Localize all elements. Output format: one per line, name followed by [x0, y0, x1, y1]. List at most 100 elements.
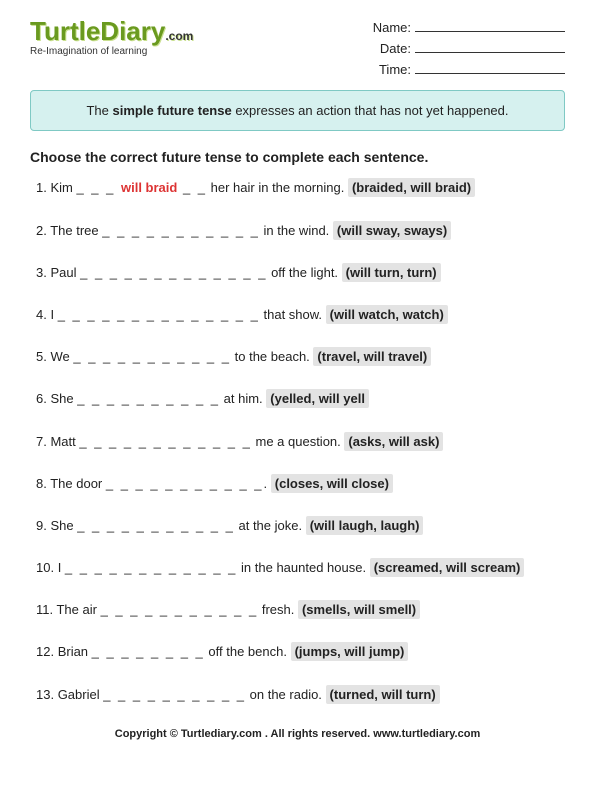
footer-copyright: Copyright © Turtlediary.com . All rights…: [30, 728, 565, 740]
question-pre: We: [50, 349, 73, 364]
logo-tagline: Re-Imagination of learning: [30, 46, 193, 57]
question-choices: (will turn, turn): [342, 263, 441, 282]
question-choices: (braided, will braid): [348, 178, 475, 197]
question-13: 13. Gabriel _ _ _ _ _ _ _ _ _ _ on the r…: [36, 686, 565, 704]
question-num: 3.: [36, 265, 50, 280]
time-label: Time:: [379, 62, 411, 77]
question-blank[interactable]: _ _ _ _ _ _ _ _ _ _ _: [73, 349, 231, 364]
question-blank[interactable]: _ _ _ _ _ _ _ _ _ _ _: [106, 476, 264, 491]
question-pre: Matt: [50, 434, 79, 449]
question-1: 1. Kim _ _ _ will braid _ _ her hair in …: [36, 179, 565, 197]
explanation-box: The simple future tense expresses an act…: [30, 90, 565, 131]
question-11: 11. The air _ _ _ _ _ _ _ _ _ _ _ fresh.…: [36, 601, 565, 619]
question-blank[interactable]: _ _ _ _ _ _ _ _ _ _: [77, 391, 220, 406]
questions-list: 1. Kim _ _ _ will braid _ _ her hair in …: [30, 179, 565, 703]
question-num: 1.: [36, 180, 50, 195]
question-pre: I: [58, 560, 65, 575]
question-post: me a question.: [252, 434, 345, 449]
logo-main-text: TurtleDiary: [30, 16, 165, 46]
question-10: 10. I _ _ _ _ _ _ _ _ _ _ _ _ in the hau…: [36, 559, 565, 577]
question-choices: (will sway, sways): [333, 221, 451, 240]
question-choices: (will laugh, laugh): [306, 516, 424, 535]
instructions: Choose the correct future tense to compl…: [30, 149, 565, 165]
question-num: 8.: [36, 476, 50, 491]
question-post: in the haunted house.: [237, 560, 369, 575]
question-pre: She: [50, 518, 77, 533]
question-num: 7.: [36, 434, 50, 449]
question-pre: Gabriel: [58, 687, 104, 702]
logo: TurtleDiary.com Re-Imagination of learni…: [30, 18, 193, 57]
question-blank[interactable]: _ _ _ _ _ _ _ _ _ _ _ _: [79, 434, 252, 449]
logo-dotcom: .com: [165, 29, 193, 43]
question-choices: (smells, will smell): [298, 600, 420, 619]
question-num: 9.: [36, 518, 50, 533]
question-choices: (screamed, will scream): [370, 558, 525, 577]
question-post: to the beach.: [231, 349, 313, 364]
question-num: 6.: [36, 391, 50, 406]
time-line: Time:: [373, 60, 565, 81]
question-blank[interactable]: _ _ _ _ _ _ _ _ _ _ _ _ _ _: [58, 307, 260, 322]
question-choices: (travel, will travel): [313, 347, 431, 366]
explain-post: expresses an action that has not yet hap…: [232, 103, 509, 118]
question-post: at him.: [220, 391, 266, 406]
student-info: Name: Date: Time:: [373, 18, 565, 80]
question-pre: Kim: [50, 180, 76, 195]
date-input-line[interactable]: [415, 41, 565, 53]
question-post: at the joke.: [235, 518, 306, 533]
question-blank[interactable]: _ _ _ _ _ _ _ _ _ _ _: [77, 518, 235, 533]
question-blank[interactable]: _ _ _ _ _ _ _ _ _ _ _ _ _: [80, 265, 267, 280]
question-3: 3. Paul _ _ _ _ _ _ _ _ _ _ _ _ _ off th…: [36, 264, 565, 282]
question-6: 6. She _ _ _ _ _ _ _ _ _ _ at him. (yell…: [36, 390, 565, 408]
question-pre: Brian: [58, 644, 92, 659]
question-pre: I: [50, 307, 57, 322]
question-4: 4. I _ _ _ _ _ _ _ _ _ _ _ _ _ _ that sh…: [36, 306, 565, 324]
question-post: that show.: [260, 307, 326, 322]
question-answer: will braid: [121, 180, 177, 195]
question-num: 10.: [36, 560, 58, 575]
date-line: Date:: [373, 39, 565, 60]
question-blank[interactable]: _ _ _ _ _ _ _ _ _ _ _: [101, 602, 259, 617]
question-pre: The air: [56, 602, 100, 617]
question-choices: (turned, will turn): [326, 685, 440, 704]
question-9: 9. She _ _ _ _ _ _ _ _ _ _ _ at the joke…: [36, 517, 565, 535]
name-line: Name:: [373, 18, 565, 39]
explain-pre: The: [86, 103, 112, 118]
question-num: 5.: [36, 349, 50, 364]
question-num: 13.: [36, 687, 58, 702]
name-input-line[interactable]: [415, 20, 565, 32]
name-label: Name:: [373, 20, 411, 35]
question-12: 12. Brian _ _ _ _ _ _ _ _ off the bench.…: [36, 643, 565, 661]
question-post: on the radio.: [246, 687, 326, 702]
question-choices: (jumps, will jump): [291, 642, 409, 661]
question-5: 5. We _ _ _ _ _ _ _ _ _ _ _ to the beach…: [36, 348, 565, 366]
question-num: 12.: [36, 644, 58, 659]
header: TurtleDiary.com Re-Imagination of learni…: [30, 18, 565, 80]
question-blank[interactable]: _ _ _ _ _ _ _ _ _ _ _ _: [65, 560, 238, 575]
question-post: her hair in the morning.: [207, 180, 348, 195]
question-post: off the light.: [267, 265, 341, 280]
question-blank2[interactable]: _ _: [177, 180, 207, 195]
question-choices: (closes, will close): [271, 474, 393, 493]
question-2: 2. The tree _ _ _ _ _ _ _ _ _ _ _ in the…: [36, 222, 565, 240]
question-8: 8. The door _ _ _ _ _ _ _ _ _ _ _. (clos…: [36, 475, 565, 493]
question-pre: She: [50, 391, 77, 406]
question-num: 2.: [36, 223, 50, 238]
question-blank[interactable]: _ _ _ _ _ _ _ _ _ _ _: [102, 223, 260, 238]
question-7: 7. Matt _ _ _ _ _ _ _ _ _ _ _ _ me a que…: [36, 433, 565, 451]
question-post: fresh.: [258, 602, 298, 617]
time-input-line[interactable]: [415, 62, 565, 74]
question-choices: (yelled, will yell: [266, 389, 369, 408]
question-blank[interactable]: _ _ _ _ _ _ _ _ _ _: [103, 687, 246, 702]
logo-text: TurtleDiary.com: [30, 18, 193, 44]
question-post: in the wind.: [260, 223, 333, 238]
question-blank[interactable]: _ _ _: [76, 180, 121, 195]
question-blank[interactable]: _ _ _ _ _ _ _ _: [92, 644, 205, 659]
question-pre: The door: [50, 476, 106, 491]
question-pre: The tree: [50, 223, 102, 238]
question-num: 11.: [36, 602, 56, 617]
question-num: 4.: [36, 307, 50, 322]
date-label: Date:: [380, 41, 411, 56]
question-post: off the bench.: [205, 644, 291, 659]
explain-bold: simple future tense: [113, 103, 232, 118]
question-post: .: [264, 476, 271, 491]
